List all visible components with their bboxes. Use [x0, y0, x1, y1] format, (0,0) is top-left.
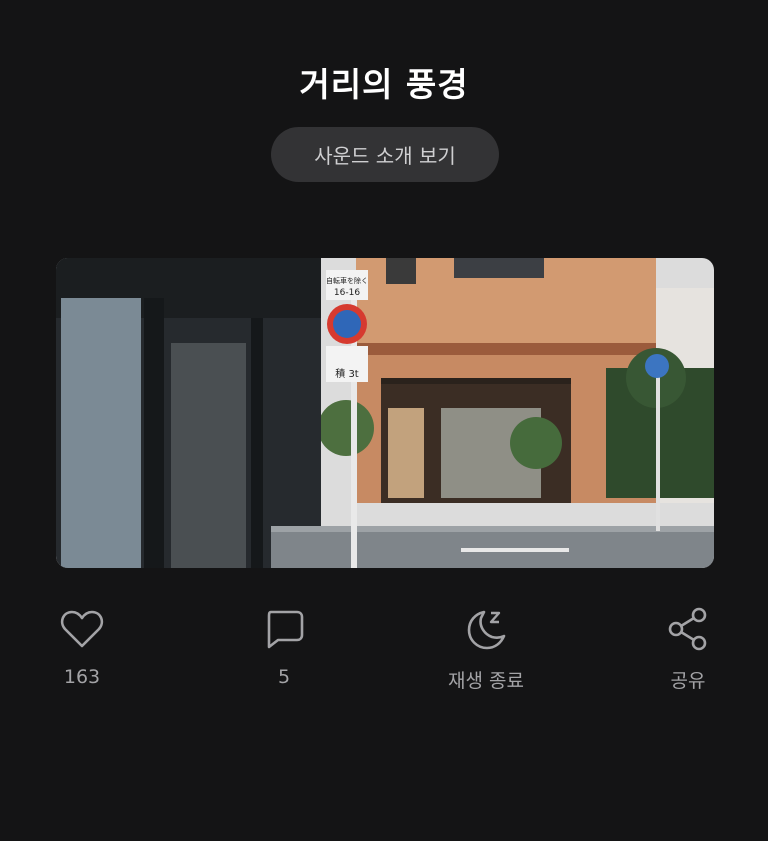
sign-truck-text: 積 3t [335, 367, 359, 380]
street-photo: 自転車を除く 16-16 積 3t [56, 258, 714, 568]
share-button[interactable]: 공유 [618, 606, 758, 696]
page-title: 거리의 풍경 [299, 65, 469, 104]
moon-sleep-icon [463, 606, 509, 652]
heart-icon [59, 606, 105, 652]
sign-top-text: 自転車を除く [326, 276, 368, 285]
sleep-timer-label: 재생 종료 [448, 670, 524, 692]
share-label: 공유 [670, 670, 706, 692]
comment-button[interactable]: 5 [214, 606, 354, 696]
sign-time-text: 16-16 [334, 288, 360, 298]
comment-count: 5 [277, 666, 291, 688]
action-bar: 163 5 재생 종료 공유 [0, 606, 768, 696]
share-icon [665, 606, 711, 652]
like-count: 163 [63, 666, 101, 688]
sleep-timer-button[interactable]: 재생 종료 [416, 606, 556, 696]
comment-icon [261, 606, 307, 652]
sound-intro-button[interactable]: 사운드 소개 보기 [271, 127, 499, 182]
like-button[interactable]: 163 [12, 606, 152, 696]
